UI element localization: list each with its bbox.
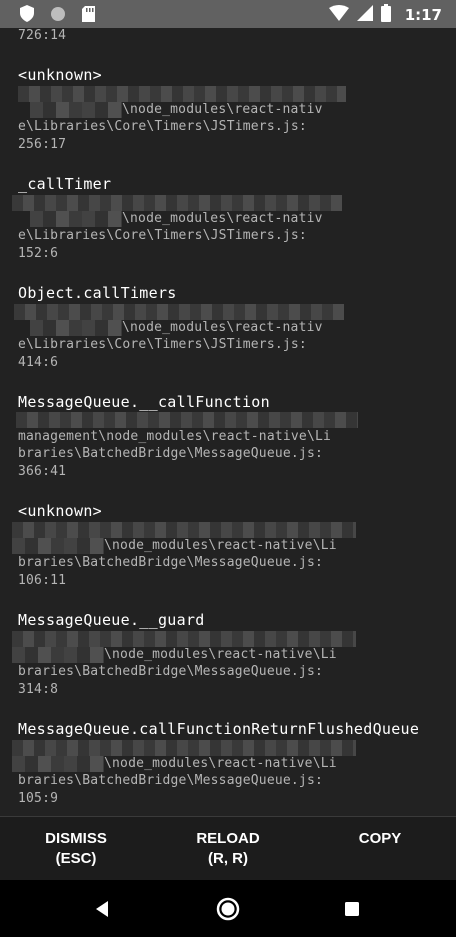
frame-location-line: \node_modules\react-native\Li bbox=[104, 647, 337, 662]
recents-icon[interactable] bbox=[337, 894, 367, 924]
frame-method: _callTimer bbox=[18, 175, 112, 193]
frame-location-line: 414:6 bbox=[18, 355, 59, 370]
redacted-path bbox=[30, 211, 122, 227]
frame-method: Object.callTimers bbox=[18, 284, 177, 302]
redacted-path bbox=[12, 756, 104, 772]
frame-location-line: \node_modules\react-nativ bbox=[122, 320, 323, 335]
top-location: 726:14 bbox=[18, 28, 67, 43]
frame-location-line: braries\BatchedBridge\MessageQueue.js: bbox=[18, 664, 324, 679]
shield-icon bbox=[20, 5, 34, 26]
redacted-path bbox=[12, 195, 342, 211]
redacted-path bbox=[14, 304, 344, 320]
redacted-path bbox=[12, 647, 104, 663]
frame-location-line: e\Libraries\Core\Timers\JSTimers.js: bbox=[18, 228, 307, 243]
frame-method: <unknown> bbox=[18, 502, 102, 520]
frame-location-line: \node_modules\react-nativ bbox=[122, 102, 323, 117]
redacted-path bbox=[30, 102, 122, 118]
copy-button[interactable]: COPY bbox=[340, 829, 420, 849]
back-icon[interactable] bbox=[88, 894, 118, 924]
clock-time: 1:17 bbox=[404, 6, 442, 24]
battery-icon bbox=[380, 4, 391, 26]
dismiss-shortcut: (ESC) bbox=[55, 850, 97, 867]
reload-shortcut: (R, R) bbox=[208, 850, 248, 867]
frame-location-line: \node_modules\react-native\Li bbox=[104, 538, 337, 553]
cell-signal-icon bbox=[356, 5, 373, 25]
frame-method: MessageQueue.__callFunction bbox=[18, 393, 270, 411]
redacted-path bbox=[30, 320, 122, 336]
redbox-button-bar: DISMISS (ESC) RELOAD (R, R) COPY bbox=[0, 816, 456, 880]
redacted-path bbox=[12, 740, 356, 756]
frame-location-line: \node_modules\react-native\Li bbox=[104, 756, 337, 771]
frame-location-line: 152:6 bbox=[18, 246, 59, 261]
frame-location-line: 314:8 bbox=[18, 682, 59, 697]
wifi-icon bbox=[328, 5, 349, 25]
frame-method: <unknown> bbox=[18, 66, 102, 84]
reload-label: RELOAD bbox=[196, 830, 260, 847]
red-box-stack-trace[interactable]: 726:14 <unknown> \node_modules\react-nat… bbox=[0, 28, 456, 816]
reload-button[interactable]: RELOAD (R, R) bbox=[180, 829, 276, 869]
redacted-path bbox=[12, 538, 104, 554]
sd-card-icon bbox=[82, 5, 95, 26]
status-bar: 1:17 bbox=[0, 0, 456, 28]
frame-location-line: e\Libraries\Core\Timers\JSTimers.js: bbox=[18, 119, 307, 134]
redacted-path bbox=[12, 522, 356, 538]
copy-label: COPY bbox=[358, 830, 402, 847]
frame-method: MessageQueue.callFunctionReturnFlushedQu… bbox=[18, 720, 420, 738]
frame-location-line: 366:41 bbox=[18, 464, 67, 479]
frame-location-line: e\Libraries\Core\Timers\JSTimers.js: bbox=[18, 337, 307, 352]
redacted-path bbox=[18, 86, 346, 102]
frame-location-line: 256:17 bbox=[18, 137, 67, 152]
frame-location-line: braries\BatchedBridge\MessageQueue.js: bbox=[18, 773, 324, 788]
redacted-path bbox=[12, 631, 356, 647]
frame-location-line: \node_modules\react-nativ bbox=[122, 211, 323, 226]
circle-icon bbox=[50, 6, 66, 26]
frame-location-line: management\node_modules\react-native\Li bbox=[18, 429, 332, 444]
frame-location-line: braries\BatchedBridge\MessageQueue.js: bbox=[18, 446, 324, 461]
home-icon[interactable] bbox=[213, 894, 243, 924]
frame-location-line: 105:9 bbox=[18, 791, 59, 806]
frame-method: MessageQueue.__guard bbox=[18, 611, 205, 629]
android-nav-bar bbox=[0, 880, 456, 937]
redacted-path bbox=[16, 412, 358, 428]
dismiss-button[interactable]: DISMISS (ESC) bbox=[28, 829, 124, 869]
frame-location-line: braries\BatchedBridge\MessageQueue.js: bbox=[18, 555, 324, 570]
dismiss-label: DISMISS bbox=[45, 830, 107, 847]
frame-location-line: 106:11 bbox=[18, 573, 67, 588]
